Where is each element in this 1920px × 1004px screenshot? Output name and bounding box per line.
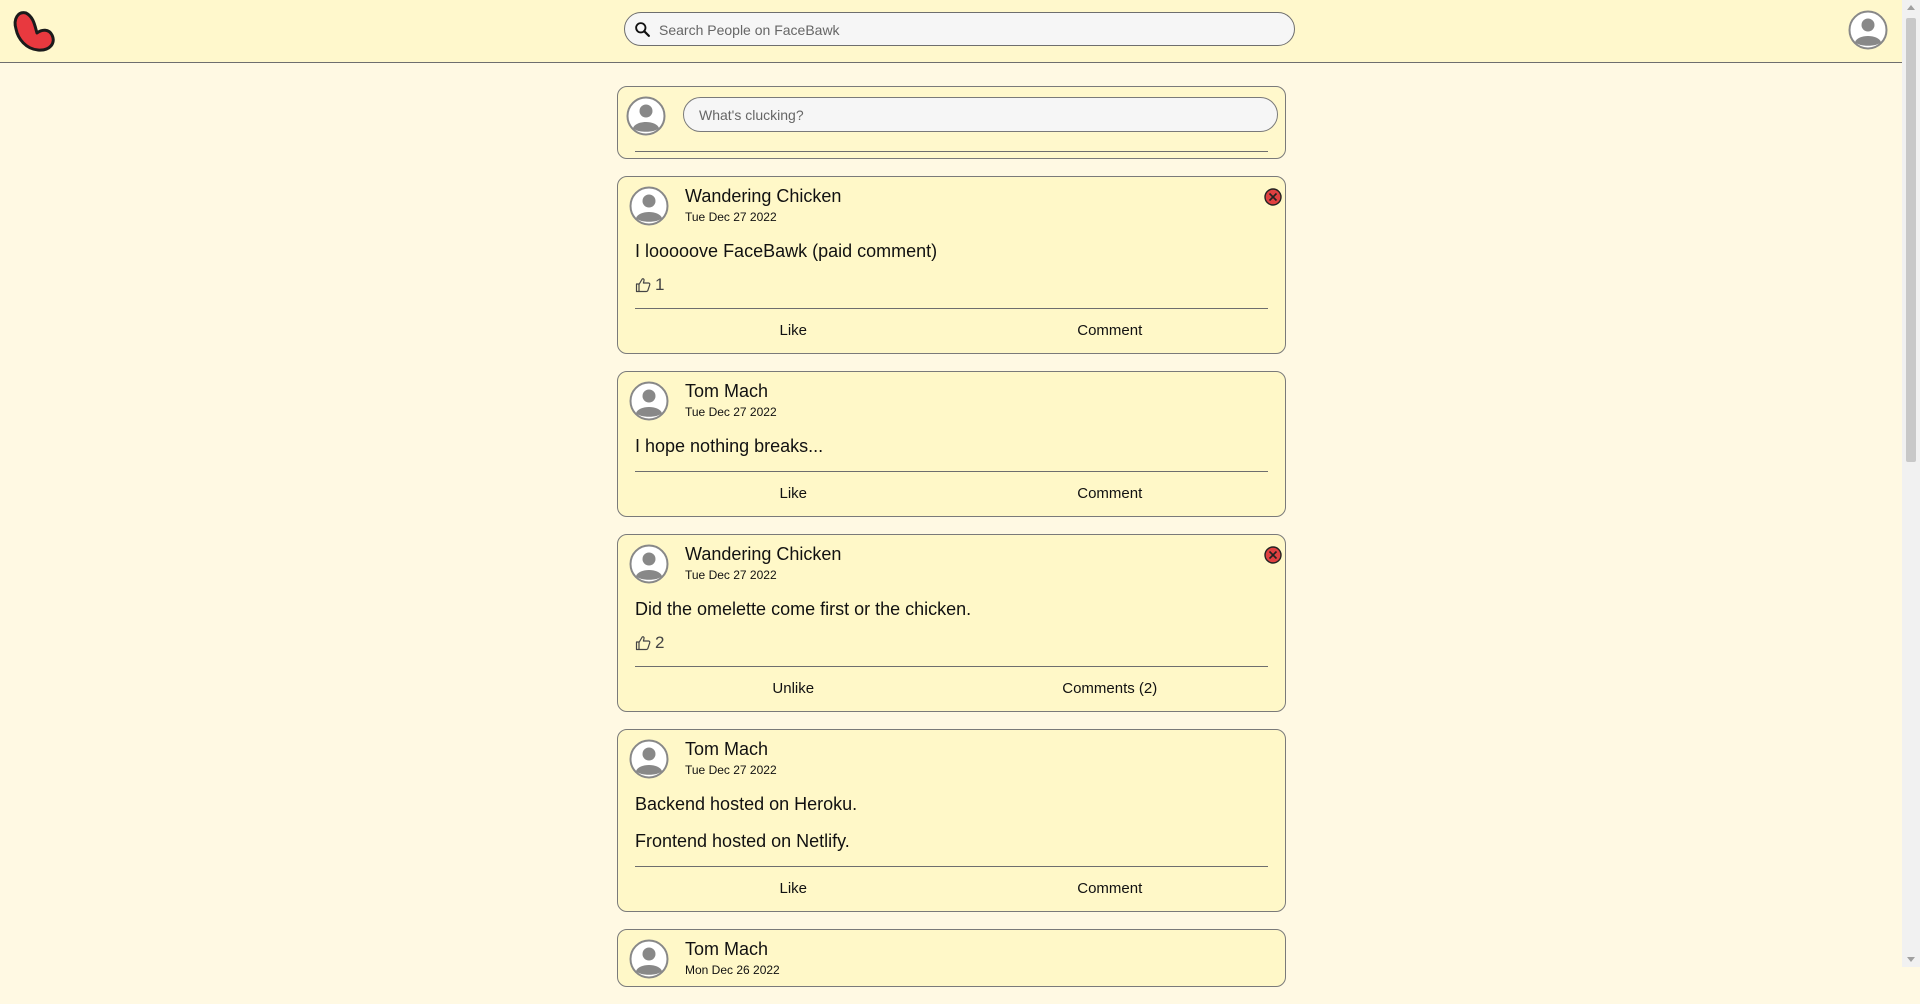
post-text: I looooove FaceBawk (paid comment) bbox=[635, 241, 938, 261]
comment-button[interactable]: Comment bbox=[952, 472, 1269, 516]
thumbs-up-icon bbox=[635, 636, 651, 651]
like-count-value: 2 bbox=[655, 633, 665, 652]
post-date: Tue Dec 27 2022 bbox=[685, 568, 777, 582]
facebawk-logo[interactable] bbox=[10, 7, 58, 55]
author-avatar-icon[interactable] bbox=[629, 739, 669, 779]
post-text: Did the omelette come first or the chick… bbox=[635, 599, 972, 619]
post-body: Backend hosted on Heroku. Frontend hosted… bbox=[635, 792, 1268, 853]
post-date: Tue Dec 27 2022 bbox=[685, 763, 777, 777]
post-author-name[interactable]: Tom Mach bbox=[685, 739, 768, 760]
post-date: Mon Dec 26 2022 bbox=[685, 963, 780, 977]
post-header: Tom Mach Mon Dec 26 2022 bbox=[629, 938, 1268, 986]
post-author-name[interactable]: Wandering Chicken bbox=[685, 544, 841, 565]
like-button[interactable]: Unlike bbox=[635, 667, 952, 711]
post-body: I looooove FaceBawk (paid comment) bbox=[635, 239, 1268, 263]
post-text: Frontend hosted on Netlify. bbox=[635, 831, 850, 851]
like-button[interactable]: Like bbox=[635, 867, 952, 911]
post-body: I hope nothing breaks... bbox=[635, 434, 1268, 458]
post-card: Tom Mach Tue Dec 27 2022 I hope nothing … bbox=[617, 371, 1286, 517]
top-navigation-bar bbox=[0, 0, 1902, 63]
search-icon bbox=[635, 22, 650, 37]
scroll-down-arrow-icon[interactable] bbox=[1907, 957, 1915, 962]
like-button[interactable]: Like bbox=[635, 309, 952, 353]
like-button[interactable]: Like bbox=[635, 472, 952, 516]
post-header: Tom Mach Tue Dec 27 2022 bbox=[629, 738, 1268, 786]
post-header: Wandering Chicken Tue Dec 27 2022 bbox=[629, 543, 1282, 591]
post-author-name[interactable]: Tom Mach bbox=[685, 381, 768, 402]
composer-avatar-icon bbox=[626, 96, 666, 136]
post-card: Wandering Chicken Tue Dec 27 2022 I looo… bbox=[617, 176, 1286, 354]
composer-divider bbox=[635, 151, 1268, 152]
post-actions: Like Comment bbox=[635, 866, 1268, 911]
post-header: Wandering Chicken Tue Dec 27 2022 bbox=[629, 185, 1282, 233]
like-count: 2 bbox=[635, 630, 1268, 656]
scroll-up-arrow-icon[interactable] bbox=[1907, 5, 1915, 10]
post-card: Wandering Chicken Tue Dec 27 2022 Did th… bbox=[617, 534, 1286, 712]
delete-post-icon[interactable] bbox=[1264, 546, 1282, 564]
author-avatar-icon[interactable] bbox=[629, 544, 669, 584]
post-header: Tom Mach Tue Dec 27 2022 bbox=[629, 380, 1268, 428]
post-author-name[interactable]: Wandering Chicken bbox=[685, 186, 841, 207]
delete-post-icon[interactable] bbox=[1264, 188, 1282, 206]
post-list: Wandering Chicken Tue Dec 27 2022 I looo… bbox=[617, 176, 1286, 987]
post-actions: Like Comment bbox=[635, 471, 1268, 516]
user-avatar-icon[interactable] bbox=[1848, 10, 1888, 50]
post-actions: Unlike Comments (2) bbox=[635, 666, 1268, 711]
comment-button[interactable]: Comment bbox=[952, 867, 1269, 911]
new-post-input[interactable] bbox=[683, 97, 1278, 132]
thumbs-up-icon bbox=[635, 278, 651, 293]
author-avatar-icon[interactable] bbox=[629, 939, 669, 979]
post-body: Did the omelette come first or the chick… bbox=[635, 597, 1268, 621]
post-actions: Like Comment bbox=[635, 308, 1268, 353]
post-date: Tue Dec 27 2022 bbox=[685, 210, 777, 224]
post-text: Backend hosted on Heroku. bbox=[635, 794, 858, 814]
search-input[interactable] bbox=[657, 14, 1281, 46]
post-card: Tom Mach Tue Dec 27 2022 Backend hosted … bbox=[617, 729, 1286, 912]
post-date: Tue Dec 27 2022 bbox=[685, 405, 777, 419]
page-scrollbar[interactable] bbox=[1902, 0, 1920, 967]
author-avatar-icon[interactable] bbox=[629, 381, 669, 421]
comment-button[interactable]: Comments (2) bbox=[952, 667, 1269, 711]
post-card: Tom Mach Mon Dec 26 2022 bbox=[617, 929, 1286, 987]
post-text: I hope nothing breaks... bbox=[635, 436, 824, 456]
post-author-name[interactable]: Tom Mach bbox=[685, 939, 768, 960]
like-count-value: 1 bbox=[655, 275, 665, 294]
news-feed: Wandering Chicken Tue Dec 27 2022 I looo… bbox=[617, 86, 1286, 1004]
search-bar[interactable] bbox=[624, 12, 1295, 46]
scrollbar-thumb[interactable] bbox=[1906, 18, 1916, 462]
comment-button[interactable]: Comment bbox=[952, 309, 1269, 353]
like-count: 1 bbox=[635, 272, 1268, 298]
post-composer bbox=[617, 86, 1286, 159]
author-avatar-icon[interactable] bbox=[629, 186, 669, 226]
